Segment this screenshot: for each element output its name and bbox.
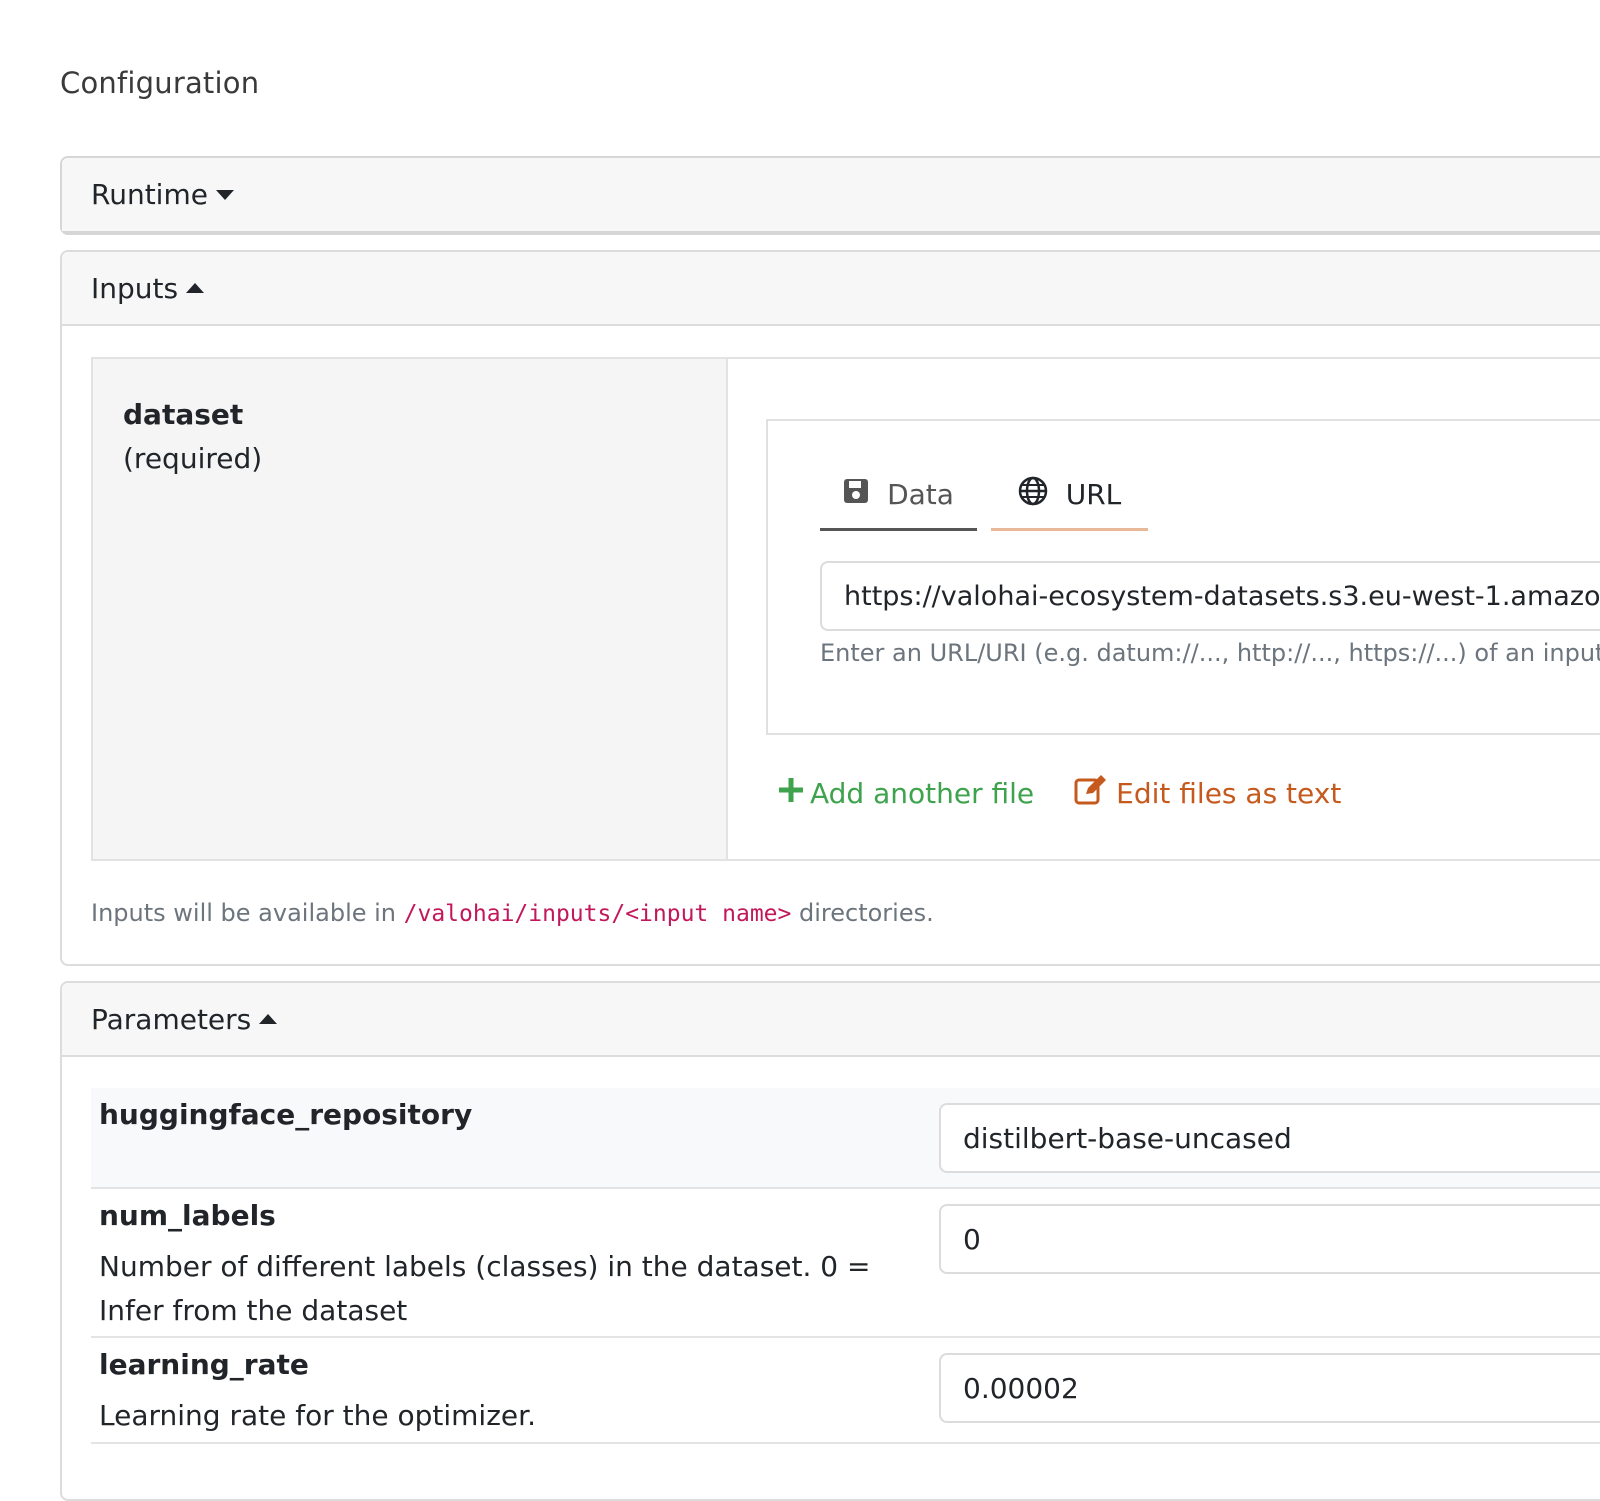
parameter-input-huggingface-repository[interactable]	[939, 1103, 1600, 1173]
parameter-name: learning_rate	[99, 1348, 309, 1381]
add-another-file-button[interactable]: Add another file	[778, 777, 1034, 810]
floppy-disk-icon	[843, 478, 887, 511]
caret-down-icon	[215, 189, 234, 200]
input-name: dataset	[123, 398, 244, 431]
input-value-cell: Data URL https://valohai-ecosystem-datas…	[728, 359, 1600, 859]
parameters-card: Parameters huggingface_repository num_la…	[60, 981, 1600, 1501]
inputs-location-note: Inputs will be available in /valohai/inp…	[91, 899, 934, 927]
page-title: Configuration	[60, 66, 260, 100]
parameters-toggle[interactable]: Parameters	[62, 983, 1600, 1057]
edit-files-as-text-label: Edit files as text	[1116, 777, 1342, 810]
parameter-input-learning-rate[interactable]	[939, 1353, 1600, 1423]
input-source-tabs: Data URL	[820, 461, 1148, 531]
add-another-file-label: Add another file	[810, 777, 1035, 810]
input-source-box: Data URL https://valohai-ecosystem-datas…	[766, 419, 1600, 735]
parameter-description: Learning rate for the optimizer.	[99, 1399, 536, 1432]
parameter-name: num_labels	[99, 1199, 276, 1232]
parameter-row-huggingface-repository: huggingface_repository	[91, 1088, 1600, 1189]
caret-up-icon	[186, 283, 205, 293]
parameters-label: Parameters	[91, 1002, 252, 1036]
parameter-description: Number of different labels (classes) in …	[99, 1250, 871, 1327]
inputs-card: Inputs dataset (required) Data URL https…	[60, 250, 1600, 966]
runtime-toggle[interactable]: Runtime	[62, 158, 1600, 231]
input-row-dataset: dataset (required) Data URL https://valo…	[91, 357, 1600, 861]
input-required-note: (required)	[123, 442, 263, 475]
runtime-label: Runtime	[91, 178, 208, 211]
inputs-toggle[interactable]: Inputs	[62, 252, 1600, 326]
parameter-name: huggingface_repository	[99, 1098, 473, 1131]
tab-url[interactable]: URL	[991, 461, 1148, 531]
url-input[interactable]	[820, 561, 1600, 631]
inputs-note-prefix: Inputs will be available in	[91, 899, 404, 927]
inputs-label: Inputs	[91, 271, 179, 305]
edit-icon	[1074, 775, 1116, 812]
input-label-cell: dataset (required)	[93, 359, 728, 859]
tab-url-label: URL	[1065, 478, 1122, 511]
url-help-text: Enter an URL/URI (e.g. datum://..., http…	[820, 639, 1600, 667]
tab-data[interactable]: Data	[820, 461, 977, 531]
globe-icon	[1018, 476, 1066, 513]
parameter-row-num-labels: num_labels Number of different labels (c…	[91, 1189, 1600, 1338]
inputs-note-path: /valohai/inputs/<input name>	[403, 901, 792, 927]
edit-files-as-text-button[interactable]: Edit files as text	[1074, 775, 1341, 812]
caret-up-icon	[259, 1014, 278, 1024]
plus-icon	[778, 777, 810, 810]
tab-data-label: Data	[887, 478, 954, 511]
runtime-card: Runtime	[60, 156, 1600, 235]
file-actions: Add another file Edit files as text	[778, 775, 1341, 812]
inputs-note-suffix: directories.	[791, 899, 934, 927]
parameter-row-learning-rate: learning_rate Learning rate for the opti…	[91, 1338, 1600, 1444]
parameter-input-num-labels[interactable]	[939, 1204, 1600, 1274]
